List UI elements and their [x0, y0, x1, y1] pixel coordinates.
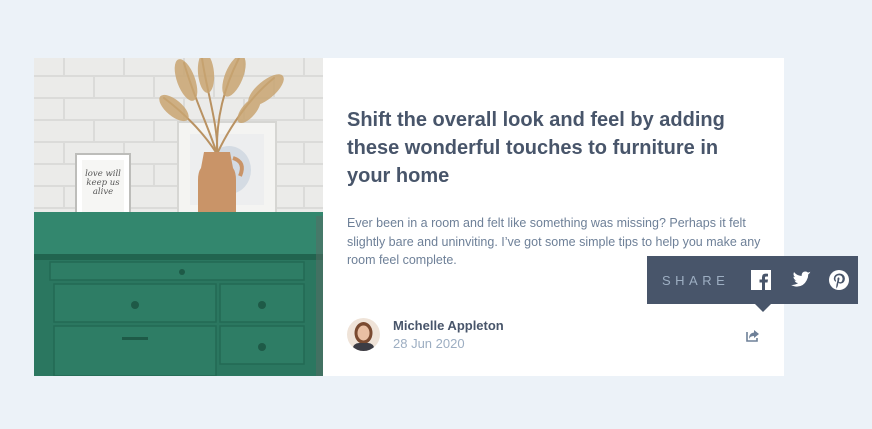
- avatar: [347, 318, 380, 351]
- share-popup: SHARE: [647, 256, 858, 312]
- article-image: love will keep us alive: [34, 58, 323, 376]
- author-meta: Michelle Appleton 28 Jun 2020: [393, 317, 504, 352]
- twitter-icon[interactable]: [789, 269, 812, 291]
- facebook-icon[interactable]: [751, 269, 772, 291]
- share-icon: [746, 329, 759, 342]
- drawers-illustration: [34, 58, 323, 376]
- author-name: Michelle Appleton: [393, 318, 504, 333]
- pinterest-icon[interactable]: [829, 269, 850, 291]
- share-button[interactable]: [741, 323, 765, 347]
- article-content: Shift the overall look and feel by addin…: [323, 58, 784, 376]
- author-block: Michelle Appleton 28 Jun 2020: [347, 317, 504, 352]
- article-title: Shift the overall look and feel by addin…: [347, 109, 725, 187]
- publish-date: 28 Jun 2020: [393, 336, 465, 351]
- share-label: SHARE: [662, 272, 730, 288]
- article-card: love will keep us alive Shift the overal…: [34, 58, 784, 376]
- frame-text: love will keep us alive: [85, 169, 121, 197]
